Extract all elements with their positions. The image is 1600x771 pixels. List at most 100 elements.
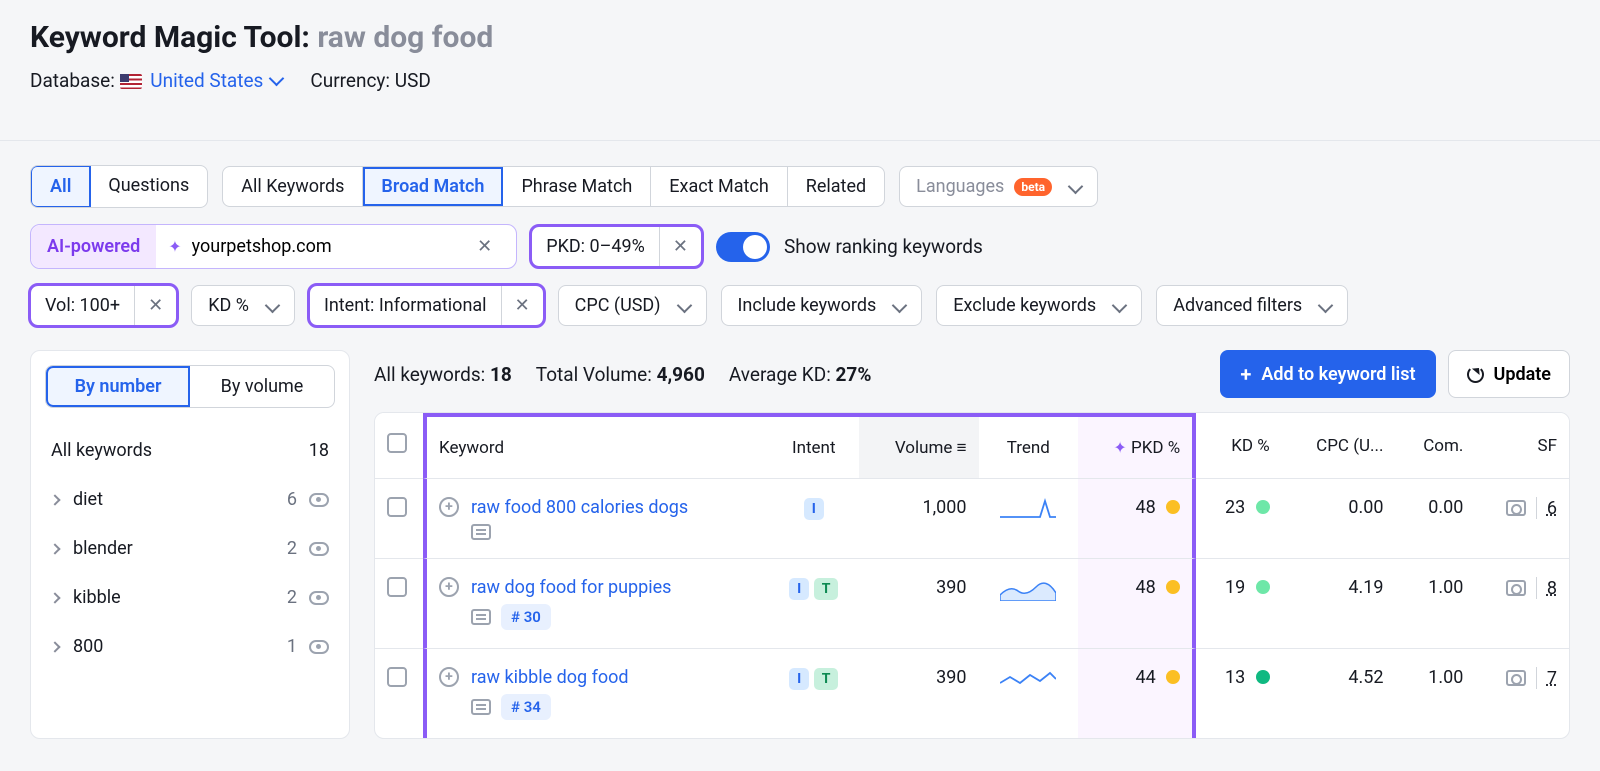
tab-broad-match[interactable]: Broad Match [363, 167, 503, 206]
serp-features-icon[interactable] [1506, 580, 1526, 596]
chevron-down-icon [676, 298, 692, 314]
chevron-down-icon [1112, 298, 1128, 314]
chevron-down-icon [1068, 179, 1084, 195]
add-to-keyword-list-button[interactable]: + Add to keyword list [1220, 350, 1435, 398]
pkd-value: 48 [1078, 479, 1196, 559]
eye-icon[interactable] [309, 493, 329, 507]
sidebar-all-keywords[interactable]: All keywords 18 [45, 426, 335, 475]
match-tabs: All Keywords Broad Match Phrase Match Ex… [222, 166, 885, 207]
exclude-keywords-filter[interactable]: Exclude keywords [936, 285, 1142, 326]
languages-filter[interactable]: Languages beta [899, 166, 1098, 207]
intent-filter-chip: Intent: Informational ✕ [309, 285, 544, 326]
select-all-checkbox[interactable] [387, 433, 407, 453]
query-text: raw dog food [317, 20, 493, 55]
tab-by-volume[interactable]: By volume [190, 366, 334, 407]
serp-features-icon[interactable] [1506, 500, 1526, 516]
sf-value: 7 [1547, 668, 1557, 689]
us-flag-icon [120, 74, 142, 89]
row-checkbox[interactable] [387, 667, 407, 687]
serp-icon[interactable] [471, 524, 491, 540]
tab-all[interactable]: All [30, 165, 91, 208]
tab-related[interactable]: Related [788, 167, 884, 206]
remove-intent-filter-icon[interactable]: ✕ [501, 286, 543, 325]
col-intent[interactable]: Intent [768, 413, 859, 479]
tab-by-number[interactable]: By number [46, 366, 190, 407]
expand-keyword-icon[interactable]: + [439, 667, 459, 687]
sf-value: 6 [1547, 498, 1557, 519]
domain-input[interactable] [192, 225, 456, 268]
trend-sparkline [979, 479, 1079, 559]
currency-label: Currency: USD [310, 69, 430, 92]
trend-sparkline [979, 649, 1079, 738]
col-volume[interactable]: Volume ≡ [859, 413, 978, 479]
include-keywords-filter[interactable]: Include keywords [721, 285, 923, 326]
kd-value: 13 [1196, 649, 1282, 738]
rank-badge: # 30 [501, 604, 551, 630]
plus-icon: + [1240, 362, 1251, 386]
update-button[interactable]: Update [1448, 350, 1570, 398]
pkd-value: 44 [1078, 649, 1196, 738]
pkd-value: 48 [1078, 559, 1196, 649]
kd-value: 19 [1196, 559, 1282, 649]
sf-value: 8 [1547, 578, 1557, 599]
show-ranking-toggle[interactable] [716, 232, 770, 262]
col-kd[interactable]: KD % [1196, 413, 1282, 479]
tab-exact-match[interactable]: Exact Match [651, 167, 787, 206]
chevron-down-icon [1318, 298, 1334, 314]
com-value: 1.00 [1396, 559, 1476, 649]
sidebar-group-blender[interactable]: blender2 [45, 524, 335, 573]
advanced-filters[interactable]: Advanced filters [1156, 285, 1348, 326]
col-cpc[interactable]: CPC (U... [1282, 413, 1396, 479]
show-ranking-label: Show ranking keywords [784, 235, 983, 258]
serp-features-icon[interactable] [1506, 670, 1526, 686]
volume-value: 390 [859, 649, 978, 738]
sidebar: By number By volume All keywords 18 diet… [30, 350, 350, 739]
ai-powered-tag: AI-powered [31, 225, 156, 268]
intent-badge: T [814, 668, 839, 690]
keyword-link[interactable]: raw food 800 calories dogs [471, 497, 688, 518]
col-trend[interactable]: Trend [979, 413, 1079, 479]
tab-all-keywords[interactable]: All Keywords [223, 167, 363, 206]
clear-domain-icon[interactable]: ✕ [465, 236, 504, 257]
database-selector[interactable]: Database: United States [30, 69, 282, 92]
sidebar-group-kibble[interactable]: kibble2 [45, 573, 335, 622]
col-pkd[interactable]: ✦ PKD % [1078, 413, 1196, 479]
ai-domain-field: AI-powered ✦ ✕ [30, 224, 517, 269]
serp-icon[interactable] [471, 609, 491, 625]
volume-filter-chip: Vol: 100+ ✕ [30, 285, 177, 326]
kd-filter[interactable]: KD % [191, 285, 295, 326]
col-sf[interactable]: SF [1475, 413, 1569, 479]
eye-icon[interactable] [309, 591, 329, 605]
beta-badge: beta [1014, 178, 1052, 196]
keyword-link[interactable]: raw kibble dog food [471, 667, 629, 688]
expand-keyword-icon[interactable]: + [439, 497, 459, 517]
sidebar-group-800[interactable]: 8001 [45, 622, 335, 671]
chevron-down-icon [265, 298, 281, 314]
col-keyword[interactable]: Keyword [423, 413, 768, 479]
eye-icon[interactable] [309, 542, 329, 556]
cpc-value: 4.19 [1282, 559, 1396, 649]
tab-questions[interactable]: Questions [90, 166, 207, 207]
remove-vol-filter-icon[interactable]: ✕ [134, 286, 176, 325]
expand-keyword-icon[interactable]: + [439, 577, 459, 597]
chevron-right-icon [49, 494, 60, 505]
intent-badge: I [804, 498, 824, 520]
sidebar-group-diet[interactable]: diet6 [45, 475, 335, 524]
volume-value: 1,000 [859, 479, 978, 559]
chevron-right-icon [49, 543, 60, 554]
eye-icon[interactable] [309, 640, 329, 654]
remove-pkd-filter-icon[interactable]: ✕ [659, 227, 701, 266]
cpc-value: 4.52 [1282, 649, 1396, 738]
serp-icon[interactable] [471, 699, 491, 715]
sparkle-icon: ✦ [168, 237, 181, 256]
com-value: 0.00 [1396, 479, 1476, 559]
cpc-filter[interactable]: CPC (USD) [558, 285, 707, 326]
row-checkbox[interactable] [387, 497, 407, 517]
keyword-link[interactable]: raw dog food for puppies [471, 577, 671, 598]
row-checkbox[interactable] [387, 577, 407, 597]
sort-desc-icon: ≡ [957, 438, 967, 458]
pkd-filter-chip: PKD: 0–49% ✕ [531, 226, 702, 267]
table-row: +raw kibble dog food# 34I T39044 13 4.52… [375, 649, 1569, 738]
tab-phrase-match[interactable]: Phrase Match [503, 167, 651, 206]
col-com[interactable]: Com. [1396, 413, 1476, 479]
